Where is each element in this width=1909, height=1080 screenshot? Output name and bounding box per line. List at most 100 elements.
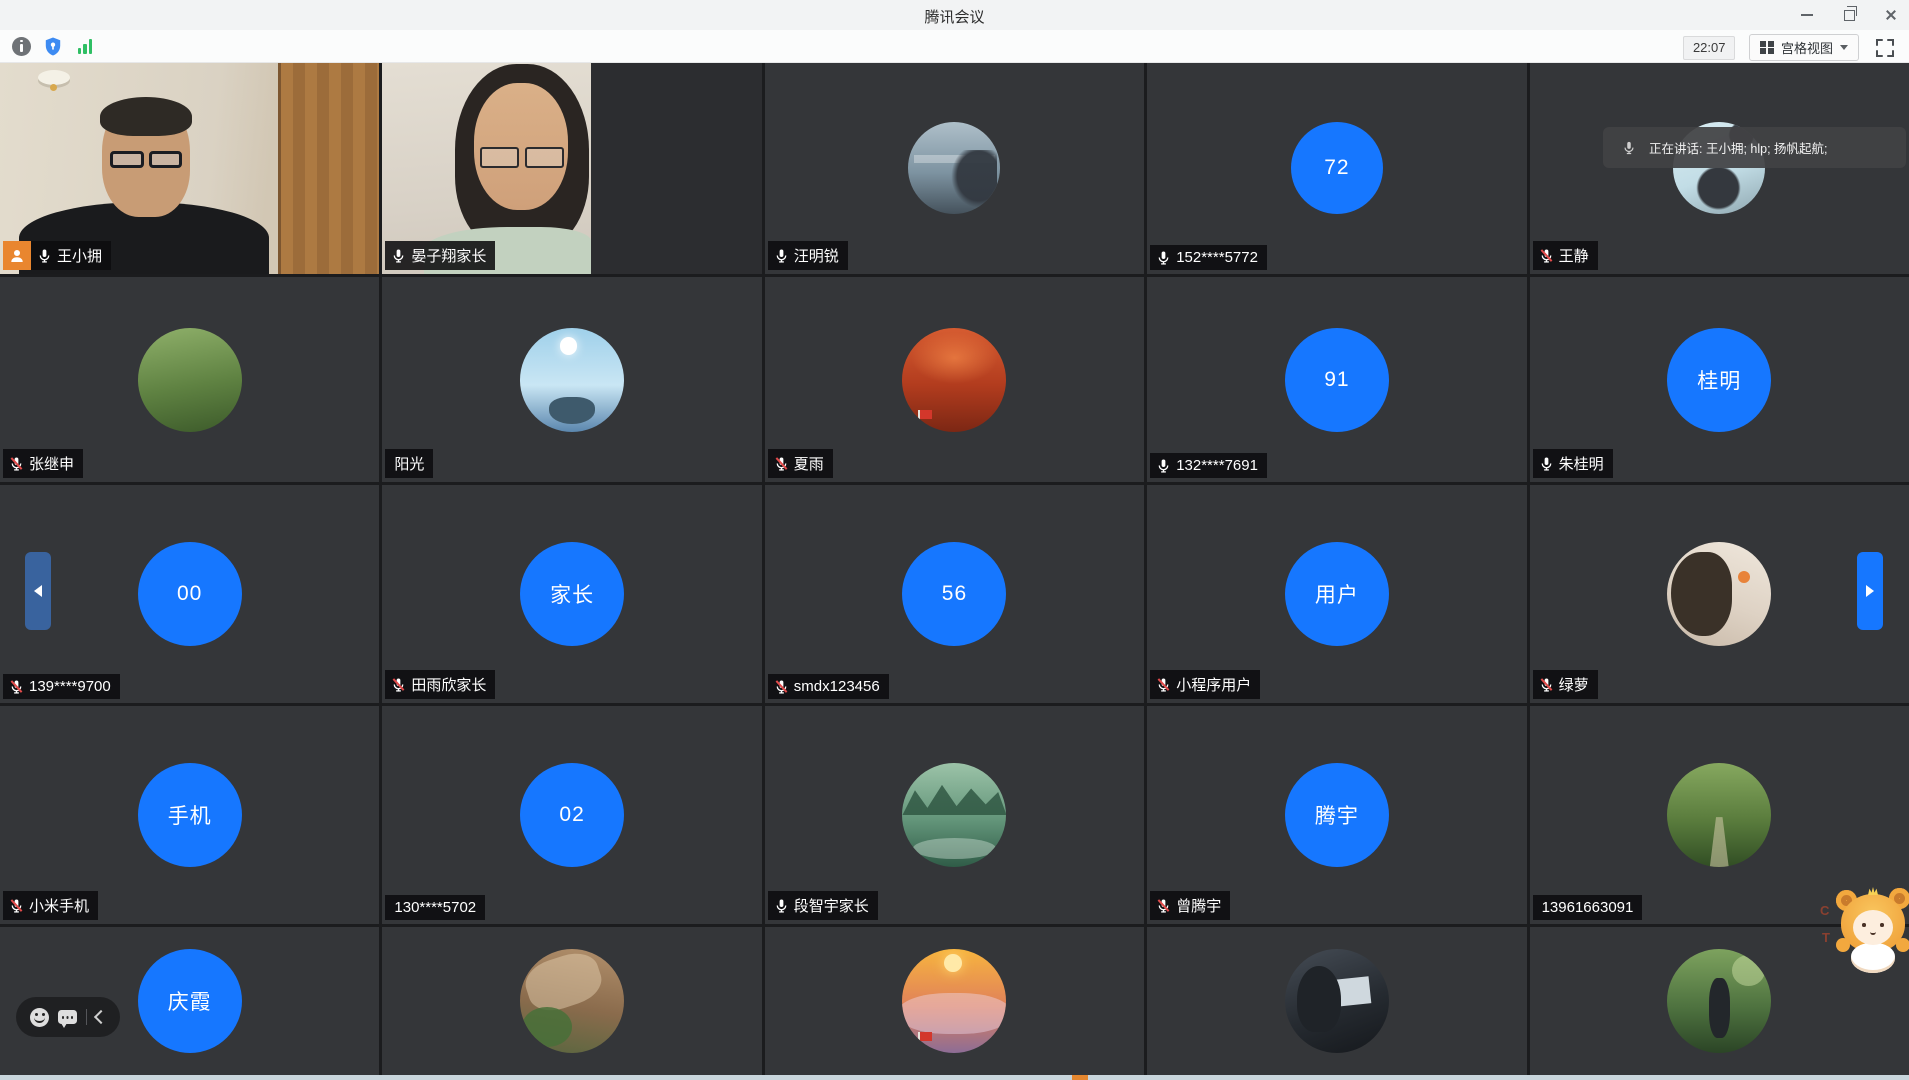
participant-label-row: 132****7691 [1150,453,1267,478]
tile-body [382,277,761,482]
glasses [110,151,183,168]
participant-tile[interactable]: 用户小程序用户 [1147,485,1527,703]
participant-label-row: 田雨欣家长 [385,670,496,699]
participant-tile[interactable] [382,927,762,1075]
restore-button[interactable] [1841,5,1857,23]
participant-tile[interactable]: 桂明 朱桂明 [1529,277,1909,482]
participant-tile[interactable]: 汪明锐 [764,62,1145,274]
photo-avatar [902,763,1007,867]
participant-tile[interactable] [764,927,1145,1075]
participant-name: 绿萝 [1558,677,1589,694]
participant-label-row: 晏子翔家长 [385,241,496,270]
participant-tile[interactable]: 02 130****5702 [382,706,762,924]
meeting-info-button[interactable] [10,35,32,57]
participant-label-row: 13961663091 [1532,895,1643,920]
participant-tile[interactable]: 72 152****5772 [1147,62,1527,274]
participant-tile[interactable]: 91 132****7691 [1147,277,1527,482]
speaking-banner-text: 正在讲话: 王小拥; hlp; 扬帆起航; [1649,142,1828,156]
collapse-pill-button[interactable] [93,1009,109,1025]
participant-tile[interactable]: 阳光 [382,277,762,482]
sticker-face [1853,910,1893,945]
sticker-arm [1896,938,1909,952]
host-badge [3,241,31,270]
participant-name: 晏子翔家长 [411,248,487,265]
participant-label-row: 段智宇家长 [767,891,878,920]
close-icon [1885,9,1897,21]
chevron-left-icon [34,585,42,597]
participant-tile[interactable]: 腾宇 曾腾宇 [1147,706,1527,924]
participant-name-label: smdx123456 [767,674,889,699]
toolbar-right: 22:07 宫格视图 [1682,34,1897,61]
participant-label-row: 王静 [1532,241,1598,270]
participant-label-row: 汪明锐 [767,241,848,270]
chat-button[interactable] [58,1010,77,1028]
sticker-letter-c: C [1820,903,1830,918]
red-flag [918,1031,933,1052]
mic-on-icon [1158,458,1169,473]
photo-avatar [520,949,625,1053]
participant-name: 13961663091 [1541,899,1634,916]
participant-label-row: 王小拥 [3,241,112,270]
mic-on-icon [1541,456,1551,471]
mic-muted-icon [10,898,23,913]
photo-avatar [1667,542,1772,646]
participant-tile[interactable]: 手机小米手机 [0,706,380,924]
participant-name-label: 田雨欣家长 [385,670,496,699]
previous-page-button[interactable] [25,552,51,630]
initials-avatar: 用户 [1284,542,1389,646]
mic-muted-icon [10,679,23,694]
initials-avatar: 72 [1290,122,1383,214]
participant-name-label: 王静 [1532,241,1598,270]
participant-tile[interactable]: 56 smdx123456 [764,485,1145,703]
reaction-pill [16,997,120,1037]
participant-name-label: 汪明锐 [767,241,848,270]
minimize-button[interactable] [1799,7,1815,23]
participant-tile[interactable]: 段智宇家长 [764,706,1145,924]
participant-tile[interactable]: 绿萝 [1529,485,1909,703]
security-button[interactable] [42,35,64,57]
participant-tile[interactable]: 王静 [1529,62,1909,274]
wooden-door [277,62,380,274]
participant-tile[interactable]: 家长 田雨欣家长 [382,485,762,703]
participant-tile[interactable]: 王小拥 [0,62,380,274]
participant-tile[interactable]: 00 139****9700 [0,485,380,703]
photo-avatar [908,122,1001,214]
participant-name-label: 朱桂明 [1532,449,1613,478]
tile-body [765,927,1144,1075]
initials-avatar: 56 [902,542,1007,646]
participant-tile[interactable] [1147,927,1527,1075]
fullscreen-button[interactable] [1873,36,1897,60]
initials-avatar: 手机 [137,763,242,867]
close-button[interactable] [1883,7,1899,23]
next-page-button[interactable] [1857,552,1883,630]
participant-name: 152****5772 [1176,249,1258,266]
mic-muted-icon [1157,677,1170,692]
emoji-reaction-button[interactable] [30,1007,49,1027]
participant-tile[interactable]: 张继申 [0,277,380,482]
signal-icon [77,38,93,54]
participant-grid: 王小拥 晏子翔家长 汪明锐 72 152****5772 王静张继申 阳光 夏雨 91 132**… [0,62,1909,1075]
participant-name: 夏雨 [793,456,824,473]
participant-label-row: 张继申 [3,449,84,478]
participant-name: 132****7691 [1176,457,1258,474]
participant-name-label: 绿萝 [1532,670,1598,699]
initials-avatar: 02 [520,763,625,867]
participant-tile[interactable]: 夏雨 [764,277,1145,482]
participant-name: 张继申 [29,456,75,473]
participant-name-label: 小米手机 [3,891,99,920]
network-status-button[interactable] [74,35,96,57]
participant-label-row: smdx123456 [767,674,889,699]
participant-label-row: 朱桂明 [1532,449,1613,478]
participant-label-row: 152****5772 [1150,245,1267,270]
participant-name-label: 段智宇家长 [767,891,878,920]
participant-name: smdx123456 [793,678,880,695]
mic-muted-icon [392,677,405,692]
view-mode-button[interactable]: 宫格视图 [1749,34,1859,61]
grid-view-icon [1760,40,1774,55]
photo-avatar [520,327,625,432]
participant-tile[interactable]: 晏子翔家长 [382,62,762,274]
participant-label-row: 小程序用户 [1150,670,1261,699]
mic-muted-icon [10,456,23,471]
initials-avatar: 91 [1284,327,1389,432]
participant-name: 小程序用户 [1176,677,1252,694]
